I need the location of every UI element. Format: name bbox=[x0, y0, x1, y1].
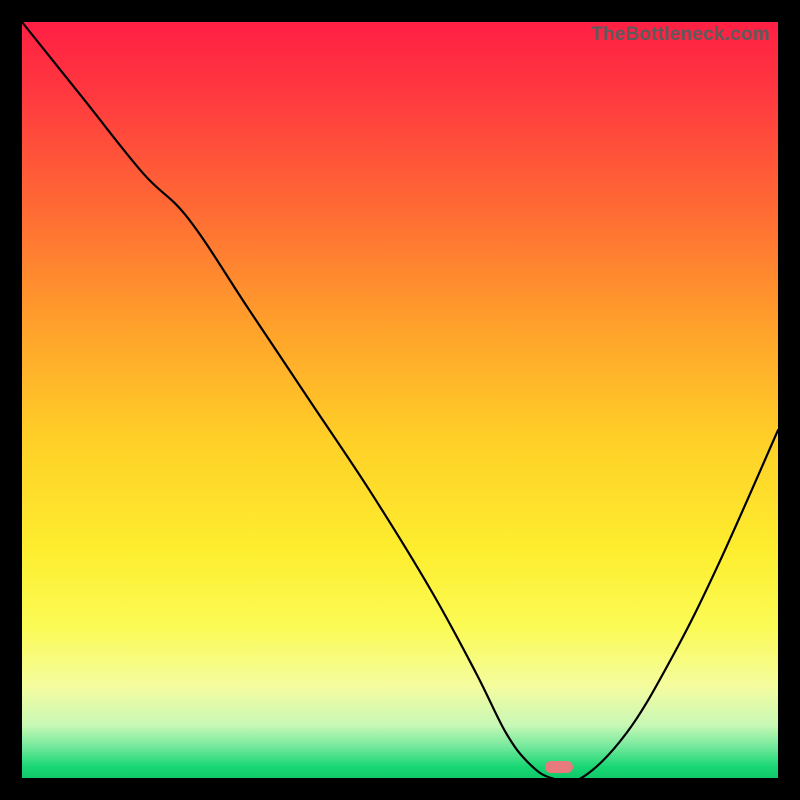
optimum-marker bbox=[545, 761, 573, 773]
bottleneck-curve bbox=[22, 22, 778, 778]
chart-frame: TheBottleneck.com bbox=[0, 0, 800, 800]
curve-path bbox=[22, 22, 778, 782]
plot-area: TheBottleneck.com bbox=[22, 22, 778, 778]
